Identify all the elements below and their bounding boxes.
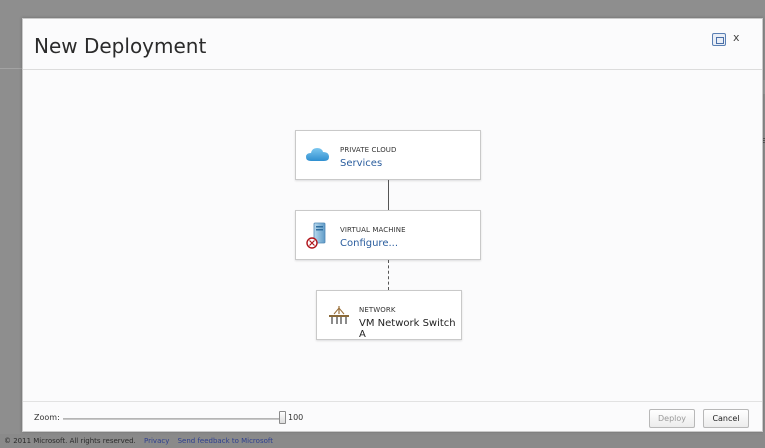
network-node[interactable]: NETWORK VM Network Switch A (316, 290, 462, 340)
deployment-canvas: PRIVATE CLOUD Services VIRTUAL MACHINE C… (23, 70, 762, 400)
feedback-link[interactable]: Send feedback to Microsoft (178, 437, 273, 445)
network-switch-icon (329, 306, 349, 324)
server-error-icon (306, 222, 326, 249)
backdrop-divider (0, 68, 22, 69)
bottom-divider (23, 401, 762, 402)
node-type-label: NETWORK (359, 306, 396, 314)
configure-link[interactable]: Configure... (340, 238, 398, 249)
node-value-link[interactable]: Services (340, 158, 382, 169)
connector-line-dashed (388, 260, 389, 290)
private-cloud-node[interactable]: PRIVATE CLOUD Services (295, 130, 481, 180)
node-type-label: PRIVATE CLOUD (340, 146, 397, 154)
deploy-button[interactable]: Deploy (649, 409, 695, 428)
close-icon[interactable]: x (733, 31, 740, 44)
connector-line (388, 180, 389, 210)
copyright-text: © 2011 Microsoft. All rights reserved. (4, 437, 136, 445)
new-deployment-dialog: New Deployment x PRIVATE CLOUD Services (22, 18, 763, 432)
privacy-link[interactable]: Privacy (144, 437, 169, 445)
network-value[interactable]: VM Network Switch A (359, 318, 461, 340)
page-footer: © 2011 Microsoft. All rights reserved. P… (0, 434, 765, 448)
zoom-slider-track[interactable] (63, 418, 281, 420)
node-type-label: VIRTUAL MACHINE (340, 226, 406, 234)
cancel-button[interactable]: Cancel (703, 409, 749, 428)
cloud-icon (306, 148, 329, 161)
dialog-title: New Deployment (34, 34, 207, 58)
zoom-value: 100 (288, 413, 304, 422)
virtual-machine-node[interactable]: VIRTUAL MACHINE Configure... (295, 210, 481, 260)
zoom-label: Zoom: (34, 413, 60, 422)
zoom-slider-thumb[interactable] (279, 411, 286, 424)
restore-window-icon[interactable] (712, 33, 726, 46)
